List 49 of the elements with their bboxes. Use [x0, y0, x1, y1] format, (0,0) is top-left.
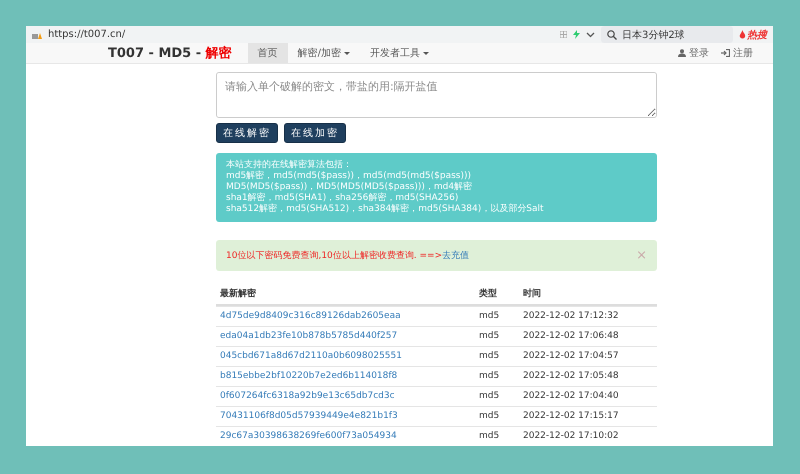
- hash-link[interactable]: eda04a1db23fe10b878b5785d440f257: [216, 327, 475, 346]
- url-text[interactable]: https://t007.cn/: [48, 29, 554, 40]
- hash-link[interactable]: 70431106f8d05d57939449e4e821b1f3: [216, 407, 475, 426]
- action-button[interactable]: 在线加密: [284, 123, 346, 143]
- user-icon: [678, 49, 686, 57]
- action-button[interactable]: 在线解密: [216, 123, 278, 143]
- site-logo[interactable]: T007 - MD5 - 解密: [108, 43, 232, 63]
- hash-link[interactable]: 0f607264fc6318a92b9e13c65db7cd3c: [216, 387, 475, 406]
- nav-tab[interactable]: 首页: [248, 43, 288, 63]
- table-cell-text: md5: [478, 310, 500, 323]
- account-link[interactable]: 登录: [672, 43, 715, 63]
- column-header: 最新解密: [219, 287, 257, 301]
- info-text: 本站支持的在线解密算法包括：: [226, 160, 353, 170]
- info-text: md5解密，md5(md5($pass))，md5(md5(md5($pass))): [226, 171, 472, 182]
- table-cell-text: 2022-12-02 17:05:48: [522, 370, 620, 383]
- hot-search-link[interactable]: 热搜: [739, 28, 767, 42]
- ciphertext-field[interactable]: 请输入单个破解的密文，带盐的用:隔开盐值: [216, 72, 657, 118]
- info-text: MD5(MD5($pass))，MD5(MD5(MD5($pass)))，md4解密: [226, 182, 474, 192]
- search-field[interactable]: 日本3分钟2球: [601, 26, 733, 43]
- hash-link[interactable]: 045cbd671a8d67d2110a0b6098025551: [216, 347, 475, 366]
- table-cell-text: 2022-12-02 17:15:17: [522, 410, 620, 423]
- chevron-icon[interactable]: [586, 32, 595, 38]
- grid-icon[interactable]: [560, 31, 567, 38]
- column-header: 类型: [478, 287, 498, 301]
- sign-in-icon: [721, 49, 730, 57]
- hash-link[interactable]: 29c67a30398638269fe600f73a054934: [216, 427, 475, 446]
- recharge-link[interactable]: 去充值: [442, 251, 470, 261]
- table-cell-text: 2022-12-02 17:12:32: [522, 310, 620, 323]
- table-cell-text: md5: [478, 370, 500, 383]
- table-cell-text: md5: [478, 350, 500, 363]
- search-icon: [607, 30, 617, 40]
- table-cell-text: md5: [478, 390, 500, 403]
- notice-text: 10位以下密码免费查询,10位以上解密收费查询. ==>去充值: [226, 250, 470, 262]
- hash-link[interactable]: b815ebbe2bf10220b7e2ed6b114018f8: [216, 367, 475, 386]
- table-cell-text: 2022-12-02 17:10:02: [522, 430, 620, 443]
- table-cell-text: md5: [478, 330, 500, 343]
- table-cell-text: 2022-12-02 17:04:40: [522, 390, 620, 403]
- table-cell-text: md5: [478, 410, 500, 423]
- table-cell-text: 2022-12-02 17:04:57: [522, 350, 620, 363]
- account-link[interactable]: 注册: [715, 43, 759, 63]
- info-text: sha1解密，md5(SHA1)，sha256解密，md5(SHA256): [226, 193, 460, 204]
- lightning-icon[interactable]: [573, 30, 580, 39]
- nav-tab[interactable]: 开发者工具: [360, 43, 440, 63]
- column-header: 时间: [522, 287, 542, 301]
- info-text: sha512解密，md5(SHA512)，sha384解密，md5(SHA384)，以及部分Salt: [226, 204, 545, 215]
- table-cell-text: md5: [478, 430, 500, 443]
- nav-tab[interactable]: 解密/加密: [288, 43, 360, 63]
- table-cell-text: 2022-12-02 17:06:48: [522, 330, 620, 343]
- hash-link[interactable]: 4d75de9d8409c316c89126dab2605eaa: [216, 307, 475, 326]
